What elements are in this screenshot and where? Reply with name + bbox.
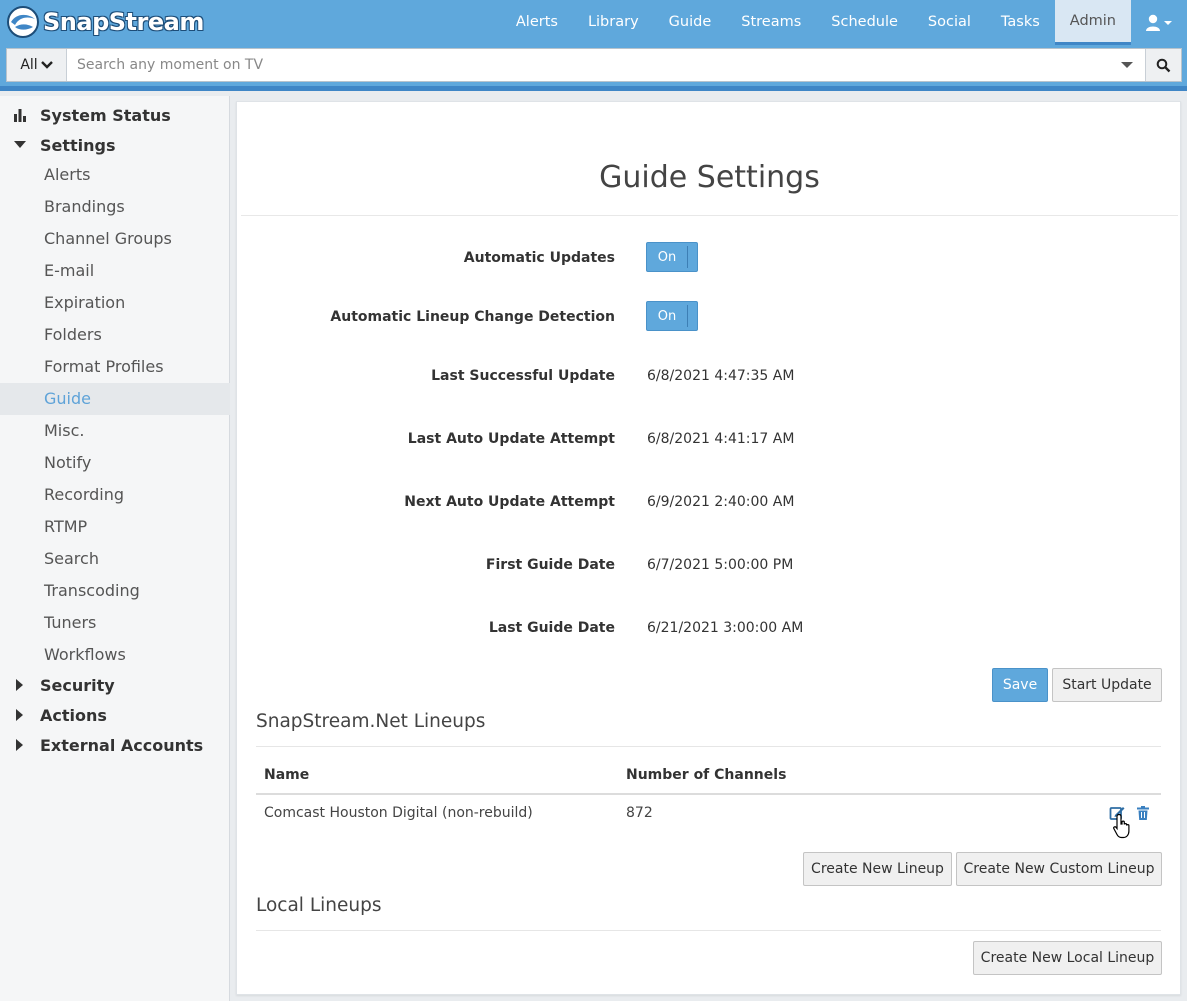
sidebar-section-label: Actions bbox=[40, 705, 107, 725]
column-header-name: Name bbox=[264, 767, 310, 783]
lineup-detection-label: Automatic Lineup Change Detection bbox=[330, 309, 615, 325]
caret-down-icon bbox=[1121, 62, 1133, 68]
delete-lineup-button[interactable] bbox=[1136, 805, 1150, 821]
caret-down-icon bbox=[14, 141, 26, 148]
sidebar-item-tuners[interactable]: Tuners bbox=[0, 607, 230, 639]
sidebar-section-actions[interactable]: Actions bbox=[0, 700, 230, 730]
snapstream-lineups-heading: SnapStream.Net Lineups bbox=[256, 711, 486, 732]
search-icon bbox=[1156, 58, 1171, 72]
search-container: All bbox=[6, 48, 1182, 82]
toggle-divider bbox=[687, 246, 688, 268]
sidebar-item-format-profiles[interactable]: Format Profiles bbox=[0, 351, 230, 383]
admin-sidebar: System Status Settings Alerts Brandings … bbox=[0, 96, 230, 1001]
sidebar-section-external-accounts[interactable]: External Accounts bbox=[0, 730, 230, 760]
last-auto-update-attempt-label: Last Auto Update Attempt bbox=[407, 431, 615, 447]
page-title: Guide Settings bbox=[599, 160, 820, 195]
last-successful-update-label: Last Successful Update bbox=[431, 368, 615, 384]
nav-social[interactable]: Social bbox=[913, 0, 986, 45]
sidebar-section-settings[interactable]: Settings bbox=[0, 130, 230, 160]
main-nav: Alerts Library Guide Streams Schedule So… bbox=[501, 0, 1187, 45]
guide-settings-panel: Guide Settings Automatic Updates On Auto… bbox=[236, 101, 1181, 995]
nav-streams[interactable]: Streams bbox=[726, 0, 816, 45]
sidebar-item-email[interactable]: E-mail bbox=[0, 255, 230, 287]
last-successful-update-value: 6/8/2021 4:47:35 AM bbox=[647, 368, 795, 384]
last-guide-date-value: 6/21/2021 3:00:00 AM bbox=[647, 620, 804, 636]
sidebar-item-notify[interactable]: Notify bbox=[0, 447, 230, 479]
bar-chart-icon bbox=[14, 109, 26, 122]
nav-alerts[interactable]: Alerts bbox=[501, 0, 573, 45]
first-guide-date-label: First Guide Date bbox=[485, 557, 615, 573]
column-header-channels: Number of Channels bbox=[626, 767, 787, 783]
nav-admin[interactable]: Admin bbox=[1054, 0, 1131, 45]
automatic-updates-toggle[interactable]: On bbox=[646, 242, 698, 272]
sidebar-item-search[interactable]: Search bbox=[0, 543, 230, 575]
lineup-name-cell: Comcast Houston Digital (non-rebuild) bbox=[264, 805, 533, 821]
sidebar-item-expiration[interactable]: Expiration bbox=[0, 287, 230, 319]
title-divider bbox=[241, 215, 1178, 216]
create-new-local-lineup-button[interactable]: Create New Local Lineup bbox=[973, 941, 1162, 975]
nav-library[interactable]: Library bbox=[573, 0, 654, 45]
sidebar-section-system-status[interactable]: System Status bbox=[0, 100, 230, 130]
last-auto-update-attempt-value: 6/8/2021 4:41:17 AM bbox=[647, 431, 795, 447]
logo-icon bbox=[7, 6, 39, 38]
create-new-custom-lineup-button[interactable]: Create New Custom Lineup bbox=[956, 852, 1162, 886]
sidebar-item-brandings[interactable]: Brandings bbox=[0, 191, 230, 223]
user-menu-button[interactable] bbox=[1131, 0, 1187, 45]
caret-right-icon bbox=[16, 709, 23, 721]
search-scope-dropdown[interactable]: All bbox=[7, 49, 67, 81]
next-auto-update-attempt-value: 6/9/2021 2:40:00 AM bbox=[647, 494, 795, 510]
toggle-divider bbox=[687, 305, 688, 327]
sidebar-section-label: Settings bbox=[40, 135, 116, 155]
sidebar-item-recording[interactable]: Recording bbox=[0, 479, 230, 511]
start-update-button[interactable]: Start Update bbox=[1052, 668, 1162, 702]
toggle-state: On bbox=[657, 249, 677, 265]
nav-guide[interactable]: Guide bbox=[654, 0, 727, 45]
search-button[interactable] bbox=[1145, 49, 1181, 81]
sidebar-section-security[interactable]: Security bbox=[0, 670, 230, 700]
section-divider bbox=[256, 930, 1161, 931]
chevron-down-icon bbox=[40, 61, 53, 69]
sidebar-item-workflows[interactable]: Workflows bbox=[0, 639, 230, 671]
first-guide-date-value: 6/7/2021 5:00:00 PM bbox=[647, 557, 794, 573]
trash-icon bbox=[1137, 806, 1149, 820]
top-navbar: SnapStream Alerts Library Guide Streams … bbox=[0, 0, 1187, 45]
local-lineups-heading: Local Lineups bbox=[256, 895, 382, 916]
nav-schedule[interactable]: Schedule bbox=[816, 0, 913, 45]
search-options-dropdown[interactable] bbox=[1109, 49, 1145, 81]
sidebar-section-label: System Status bbox=[40, 105, 171, 125]
lineup-channels-cell: 872 bbox=[626, 805, 653, 821]
sidebar-item-channel-groups[interactable]: Channel Groups bbox=[0, 223, 230, 255]
create-new-lineup-button[interactable]: Create New Lineup bbox=[803, 852, 952, 886]
hand-cursor-icon bbox=[1112, 813, 1136, 843]
sidebar-section-label: Security bbox=[40, 675, 115, 695]
search-input[interactable] bbox=[67, 49, 1109, 81]
lineup-detection-toggle[interactable]: On bbox=[646, 301, 698, 331]
sidebar-item-folders[interactable]: Folders bbox=[0, 319, 230, 351]
nav-tasks[interactable]: Tasks bbox=[986, 0, 1055, 45]
logo-text: SnapStream bbox=[43, 8, 204, 36]
sidebar-item-guide[interactable]: Guide bbox=[0, 383, 230, 415]
snapstream-logo[interactable]: SnapStream bbox=[6, 4, 204, 40]
caret-right-icon bbox=[16, 679, 23, 691]
caret-right-icon bbox=[16, 739, 23, 751]
toggle-state: On bbox=[657, 308, 677, 324]
sidebar-section-label: External Accounts bbox=[40, 735, 204, 755]
search-scope-label: All bbox=[20, 57, 38, 73]
sidebar-item-rtmp[interactable]: RTMP bbox=[0, 511, 230, 543]
save-button[interactable]: Save bbox=[992, 668, 1048, 702]
sidebar-item-misc[interactable]: Misc. bbox=[0, 415, 230, 447]
table-header-divider bbox=[256, 793, 1161, 795]
automatic-updates-label: Automatic Updates bbox=[463, 250, 615, 266]
sidebar-item-transcoding[interactable]: Transcoding bbox=[0, 575, 230, 607]
next-auto-update-attempt-label: Next Auto Update Attempt bbox=[404, 494, 615, 510]
last-guide-date-label: Last Guide Date bbox=[488, 620, 615, 636]
section-divider bbox=[256, 746, 1161, 747]
sidebar-item-alerts[interactable]: Alerts bbox=[0, 159, 230, 191]
user-icon bbox=[1146, 14, 1172, 31]
search-bar: All bbox=[0, 45, 1187, 91]
